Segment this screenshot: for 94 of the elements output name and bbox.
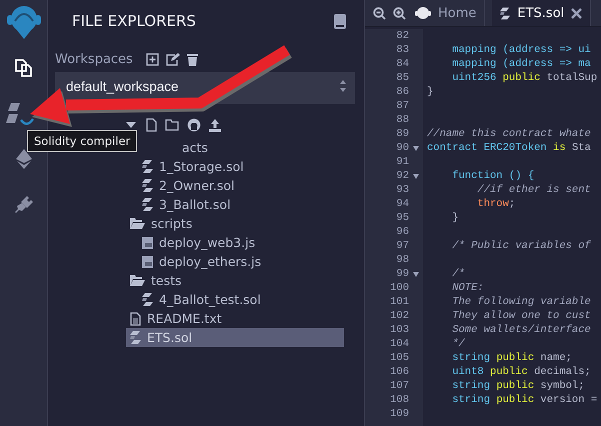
tree-item[interactable]: 4_Ballot_test.sol (126, 290, 344, 309)
upload-icon[interactable] (209, 118, 221, 132)
code-line: //if ether is sent (476, 184, 591, 196)
line-number: 106 (390, 366, 409, 378)
line-number: 96 (396, 226, 409, 238)
line-number: 84 (396, 58, 409, 70)
new-file-icon[interactable] (146, 118, 157, 132)
code-line: } (427, 86, 434, 98)
code-line: //name this contract whate (427, 128, 591, 140)
code-line: mapping (address => ma (451, 58, 591, 70)
code-line: NOTE: (451, 282, 484, 294)
zoom-in-icon[interactable] (393, 6, 406, 20)
new-folder-icon[interactable] (165, 119, 179, 131)
select-arrows-icon (339, 79, 347, 93)
code-line: throw; (476, 198, 516, 210)
line-number: 94 (396, 198, 409, 210)
code-line: The following variable (451, 296, 591, 308)
line-number: 82 (396, 30, 409, 42)
solidity-icon (130, 331, 141, 344)
zoom-out-icon[interactable] (373, 6, 386, 20)
tree-item[interactable]: tests (126, 271, 344, 290)
line-number: 101 (390, 296, 409, 308)
line-number: 85 (396, 72, 409, 84)
js-file-icon (142, 236, 153, 248)
line-number: 97 (396, 240, 409, 252)
tree-item[interactable]: 1_Storage.sol (126, 157, 344, 176)
text-file-icon (130, 312, 141, 326)
js-file-icon (142, 256, 153, 268)
line-number: 102 (390, 310, 409, 322)
line-number: 92 (396, 170, 409, 182)
code-line: string public symbol; (451, 380, 585, 392)
line-number: 104 (390, 338, 409, 350)
tree-item[interactable]: ETS.sol (126, 328, 344, 347)
trash-icon[interactable] (186, 52, 198, 66)
line-number: 98 (396, 254, 409, 266)
add-icon[interactable] (146, 52, 159, 66)
editor-tab[interactable]: ETS.sol (492, 0, 592, 26)
book-icon[interactable] (334, 14, 346, 28)
line-number: 107 (390, 380, 409, 392)
code-line: uint256 public totalSup (451, 72, 598, 84)
folder-icon (130, 218, 145, 229)
tree-item[interactable]: 2_Owner.sol (126, 176, 344, 195)
tooltip: Solidity compiler (27, 130, 138, 152)
folder-icon (130, 275, 145, 286)
code-line: Some wallets/interface (451, 324, 591, 336)
code-line: function () { (451, 170, 534, 182)
close-icon[interactable] (571, 8, 582, 18)
line-number: 100 (390, 282, 409, 294)
plug-icon[interactable] (12, 194, 34, 216)
tree-item[interactable]: README.txt (126, 309, 344, 328)
code-line: uint8 public decimals; (451, 366, 591, 378)
fold-icon[interactable] (413, 174, 419, 178)
editor-tab[interactable]: Home (413, 0, 486, 26)
tree-item[interactable]: scripts (126, 214, 344, 233)
solidity-icon (142, 160, 153, 173)
line-number: 87 (396, 100, 409, 112)
panel-title: FILE EXPLORERS (72, 12, 196, 30)
line-number: 109 (390, 408, 409, 420)
line-number: 95 (396, 212, 409, 224)
line-number: 108 (390, 394, 409, 406)
code-line: /* Public variables of (451, 240, 591, 252)
files-icon[interactable] (12, 56, 34, 78)
code-line: } (451, 212, 459, 224)
solidity-icon (142, 198, 153, 211)
caret-icon[interactable] (126, 122, 136, 128)
line-number: 89 (396, 128, 409, 140)
tree-item[interactable]: 3_Ballot.sol (126, 195, 344, 214)
solidity-icon (142, 293, 153, 306)
solidity-icon (500, 6, 510, 20)
line-number: 103 (390, 324, 409, 336)
solidity-icon (142, 179, 153, 192)
line-number: 88 (396, 114, 409, 126)
line-number: 91 (396, 156, 409, 168)
line-number: 90 (396, 142, 409, 154)
tree-item[interactable]: deploy_ethers.js (126, 252, 344, 271)
fold-icon[interactable] (413, 146, 419, 150)
line-number: 86 (396, 86, 409, 98)
code-line: mapping (address => ui (451, 44, 591, 56)
line-number: 99 (396, 268, 409, 280)
line-number: 93 (396, 184, 409, 196)
code-line: string public version = (451, 394, 598, 406)
refresh-icon (20, 118, 34, 127)
github-icon[interactable] (187, 118, 201, 132)
fold-icon[interactable] (413, 272, 419, 276)
line-number: 105 (390, 352, 409, 364)
code-line: They allow one to cust (451, 310, 591, 322)
tree-item[interactable]: deploy_web3.js (126, 233, 344, 252)
code-line: string public name; (451, 352, 572, 364)
workspaces-label: Workspaces (55, 52, 133, 66)
code-line: /* (451, 268, 465, 280)
edit-icon[interactable] (166, 52, 180, 66)
line-number: 83 (396, 44, 409, 56)
code-line: */ (451, 338, 465, 350)
code-line: contract ERC20Token is Sta (427, 142, 591, 154)
